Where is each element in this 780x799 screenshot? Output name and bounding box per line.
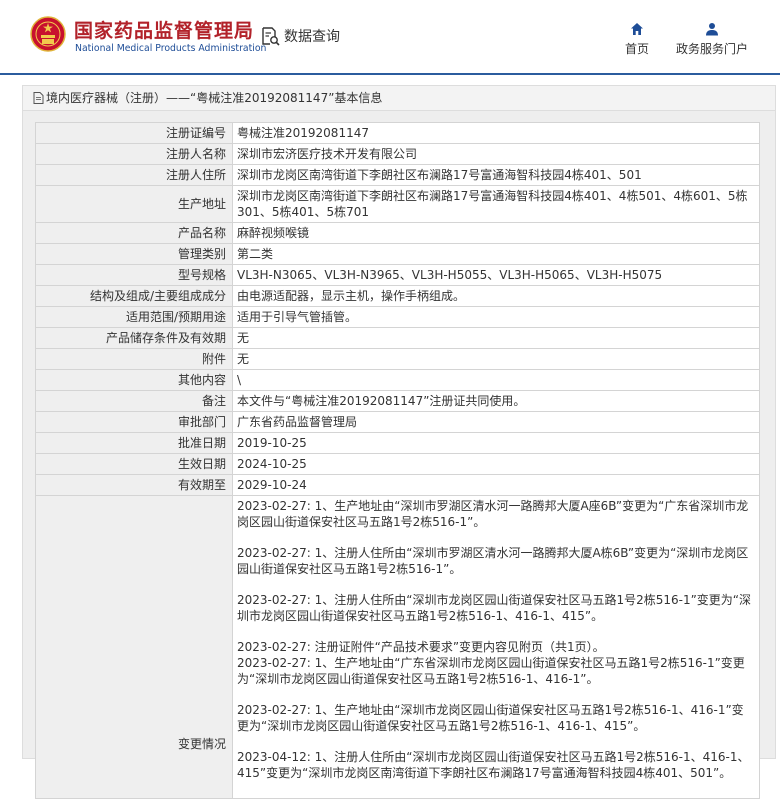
table-row: 变更情况 2023-02-27: 1、生产地址由“深圳市罗湖区清水河一路腾邦大厦… [35, 495, 760, 799]
field-label: 注册人住所 [35, 164, 233, 186]
site-title-cn[interactable]: 国家药品监督管理局 [74, 16, 254, 43]
table-row: 附件无 [35, 348, 760, 370]
field-value: 2024-10-25 [232, 453, 760, 475]
change-entry: 2023-02-27: 注册证附件“产品技术要求”变更内容见附页（共1页）。 [237, 640, 605, 654]
field-label: 适用范围/预期用途 [35, 306, 233, 328]
table-row: 产品储存条件及有效期无 [35, 327, 760, 349]
table-row: 注册证编号 粤械注准20192081147 [35, 122, 760, 144]
home-nav[interactable]: 首页 [620, 22, 654, 57]
field-value: 麻醉视频喉镜 [232, 222, 760, 244]
field-value: VL3H-N3065、VL3H-N3965、VL3H-H5055、VL3H-H5… [232, 264, 760, 286]
field-label: 管理类别 [35, 243, 233, 265]
field-label: 批准日期 [35, 432, 233, 454]
field-label: 注册人名称 [35, 143, 233, 165]
table-row: 有效期至 2029-10-24 [35, 474, 760, 496]
field-value: 本文件与“粤械注准20192081147”注册证共同使用。 [232, 390, 760, 412]
data-query-label: 数据查询 [284, 29, 340, 45]
table-row: 型号规格 VL3H-N3065、VL3H-N3965、VL3H-H5055、VL3… [35, 264, 760, 286]
field-value: 深圳市龙岗区南湾街道下李朗社区布澜路17号富通海智科技园4栋401、501 [232, 164, 760, 186]
field-label: 其他内容 [35, 369, 233, 391]
field-label: 生效日期 [35, 453, 233, 475]
breadcrumb: 境内医疗器械（注册）——“粤械注准20192081147”基本信息 [23, 86, 775, 111]
table-row: 注册人住所 深圳市龙岗区南湾街道下李朗社区布澜路17号富通海智科技园4栋401、5… [35, 164, 760, 186]
change-entry: 2023-02-27: 1、注册人住所由“深圳市龙岗区园山街道保安社区马五路1号… [237, 593, 752, 623]
table-row: 生效日期 2024-10-25 [35, 453, 760, 475]
home-label: 首页 [624, 42, 649, 56]
breadcrumb-text: 境内医疗器械（注册）——“粤械注准20192081147”基本信息 [46, 91, 383, 105]
change-entry: 2023-02-27: 1、生产地址由“深圳市罗湖区清水河一路腾邦大厦A座6B”… [237, 499, 749, 529]
change-entry: 2023-04-12: 1、注册人住所由“深圳市龙岗区园山街道保安社区马五路1号… [237, 750, 750, 780]
table-row: 注册人名称 深圳市宏济医疗技术开发有限公司 [35, 143, 760, 165]
field-label: 型号规格 [35, 264, 233, 286]
site-title-en[interactable]: National Medical Products Administration [75, 43, 266, 54]
field-label: 备注 [35, 390, 233, 412]
field-label: 变更情况 [35, 495, 233, 799]
field-label: 注册证编号 [35, 122, 233, 144]
field-value: 无 [232, 348, 760, 370]
data-query-nav[interactable]: 数据查询 [260, 26, 340, 46]
change-entry: 2023-02-27: 1、生产地址由“广东省深圳市龙岗区园山街道保安社区马五路… [237, 656, 745, 686]
field-value: 广东省药品监督管理局 [232, 411, 760, 433]
field-value: 由电源适配器，显示主机，操作手柄组成。 [232, 285, 760, 307]
document-icon [33, 92, 44, 104]
table-row: 管理类别 第二类 [35, 243, 760, 265]
national-emblem-icon[interactable] [30, 16, 66, 52]
field-value: 2029-10-24 [232, 474, 760, 496]
table-row: 批准日期 2019-10-25 [35, 432, 760, 454]
table-row: 结构及组成/主要组成成分 由电源适配器，显示主机，操作手柄组成。 [35, 285, 760, 307]
field-value: 深圳市龙岗区南湾街道下李朗社区布澜路17号富通海智科技园4栋401、4栋501、… [232, 185, 760, 223]
service-portal-label: 政务服务门户 [675, 42, 748, 56]
table-row: 审批部门 广东省药品监督管理局 [35, 411, 760, 433]
detail-panel: 境内医疗器械（注册）——“粤械注准20192081147”基本信息 注册证编号粤… [22, 85, 776, 799]
table-row: 适用范围/预期用途 适用于引导气管插管。 [35, 306, 760, 328]
field-label: 审批部门 [35, 411, 233, 433]
change-history: 2023-02-27: 1、生产地址由“深圳市罗湖区清水河一路腾邦大厦A座6B”… [232, 495, 760, 799]
field-label: 产品储存条件及有效期 [35, 327, 233, 349]
site-header: 国家药品监督管理局 National Medical Products Admi… [0, 0, 780, 75]
field-value: \ [232, 369, 760, 391]
field-value: 深圳市宏济医疗技术开发有限公司 [232, 143, 760, 165]
field-value: 粤械注准20192081147 [232, 122, 760, 144]
field-value: 无 [232, 327, 760, 349]
field-value: 第二类 [232, 243, 760, 265]
field-label: 有效期至 [35, 474, 233, 496]
field-label: 附件 [35, 348, 233, 370]
document-search-icon [262, 27, 280, 46]
service-portal-nav[interactable]: 政务服务门户 [672, 22, 752, 57]
table-row: 生产地址 深圳市龙岗区南湾街道下李朗社区布澜路17号富通海智科技园4栋401、4栋… [35, 185, 760, 223]
field-value: 适用于引导气管插管。 [232, 306, 760, 328]
home-icon [631, 23, 643, 35]
field-label: 产品名称 [35, 222, 233, 244]
field-label: 生产地址 [35, 185, 233, 223]
field-label: 结构及组成/主要组成成分 [35, 285, 233, 307]
table-row: 产品名称 麻醉视频喉镜 [35, 222, 760, 244]
table-row: 其他内容 \ [35, 369, 760, 391]
table-row: 备注 本文件与“粤械注准20192081147”注册证共同使用。 [35, 390, 760, 412]
user-icon [706, 23, 718, 36]
change-entry: 2023-02-27: 1、注册人住所由“深圳市罗湖区清水河一路腾邦大厦A栋6B… [237, 546, 749, 576]
change-entry: 2023-02-27: 1、生产地址由“深圳市龙岗区园山街道保安社区马五路1号2… [237, 703, 744, 733]
field-value: 2019-10-25 [232, 432, 760, 454]
info-table: 注册证编号 粤械注准20192081147 注册人名称 深圳市宏济医疗技术开发有限公司… [35, 122, 760, 799]
